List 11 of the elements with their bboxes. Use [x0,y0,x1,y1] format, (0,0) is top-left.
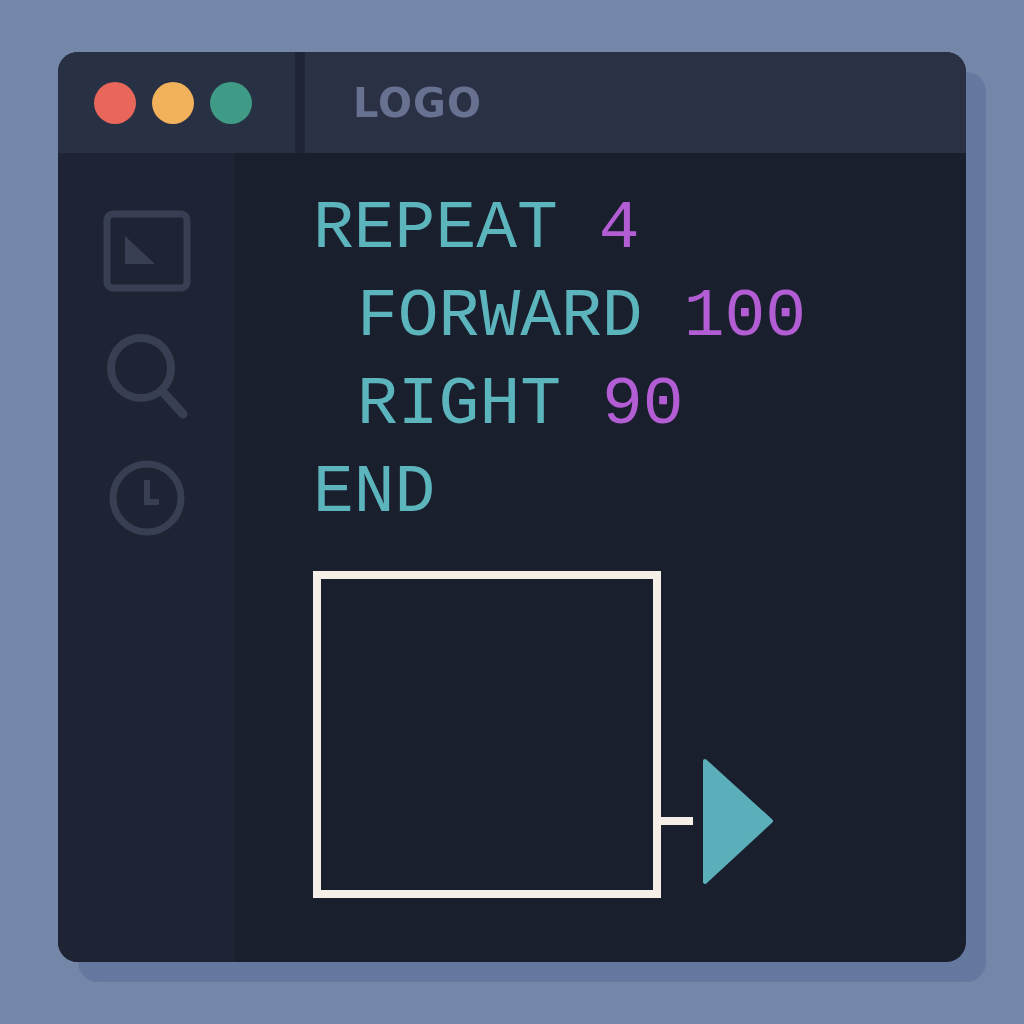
code-keyword: REPEAT [313,189,558,269]
close-dot[interactable] [94,81,136,124]
code-number: 4 [598,189,640,269]
code-number: 100 [683,277,807,357]
code-keyword: RIGHT [357,365,562,445]
code-keyword: FORWARD [357,277,643,357]
code-keyword: END [313,453,436,533]
maximize-dot[interactable] [210,81,252,124]
code-number: 90 [602,365,684,445]
minimize-dot[interactable] [152,81,194,124]
tab-title[interactable]: LOGO [353,72,482,133]
